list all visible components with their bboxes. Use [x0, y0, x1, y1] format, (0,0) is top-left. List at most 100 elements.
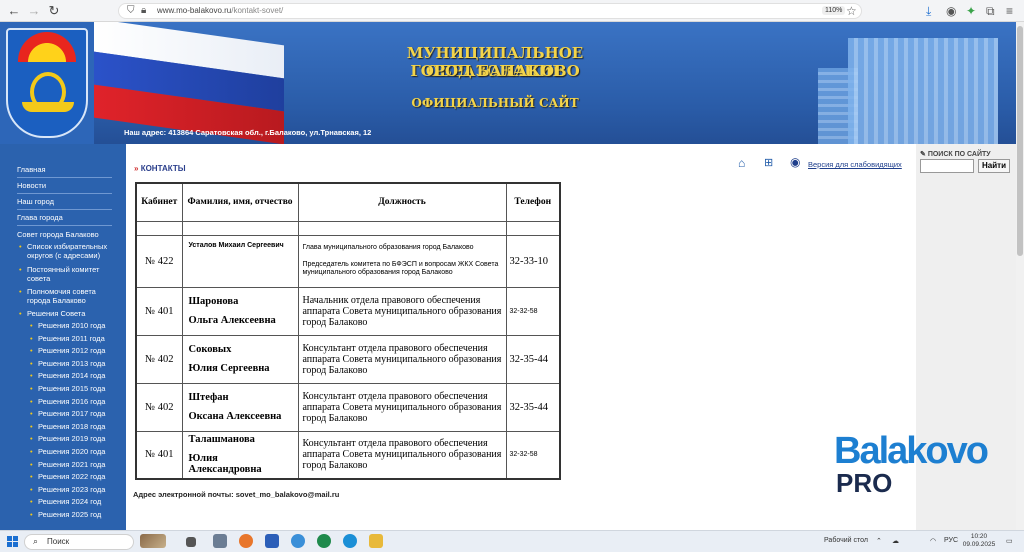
wifi-icon[interactable]: ◠: [930, 537, 936, 545]
menu-icon[interactable]: ≡: [1006, 3, 1013, 19]
name-cell: Шаронова Ольга Алексеевна: [181, 286, 299, 336]
position-cell: Консультант отдела правового обеспечения…: [297, 430, 507, 480]
room-cell: № 422: [135, 234, 183, 288]
sitemap-icon[interactable]: ⊞: [764, 156, 773, 169]
edge-icon[interactable]: [343, 534, 357, 548]
address-bar[interactable]: ⛉ 🔒︎ www.mo-balakovo.ru/kontakt-sovet/: [118, 3, 862, 19]
chevron-up-icon[interactable]: ⌃: [876, 537, 882, 545]
sidebar-item-home[interactable]: Главная: [17, 165, 112, 178]
sidebar-item-standing-committee[interactable]: Постоянный комитет совета: [19, 265, 113, 283]
downloads-icon[interactable]: ⤓: [926, 3, 931, 19]
taskbar-search[interactable]: ⌕ Поиск: [24, 534, 134, 550]
search-button[interactable]: Найти: [978, 159, 1010, 173]
sidebar-item-decisions-2014[interactable]: Решения 2014 года: [30, 371, 118, 380]
room-cell: № 401: [135, 286, 183, 336]
eye-icon[interactable]: ◉: [790, 155, 800, 169]
browser-toolbar: ← → ↻ ⛉ 🔒︎ www.mo-balakovo.ru/kontakt-so…: [0, 0, 1024, 22]
cloud-icon[interactable]: ☁: [892, 537, 899, 545]
position-cell: Начальник отдела правового обеспечения а…: [297, 286, 507, 336]
task-view-icon[interactable]: [186, 537, 196, 547]
notification-icon[interactable]: ▭: [1006, 537, 1013, 545]
site-subtitle: ОФИЦИАЛЬНЫЙ САЙТ: [411, 96, 579, 110]
table-row: № 422 Усталов Михаил Сергеевич Глава мун…: [135, 234, 561, 288]
double-arrow-icon: »: [134, 164, 139, 173]
page-scrollbar[interactable]: [1016, 22, 1024, 530]
sidebar-item-decisions-2013[interactable]: Решения 2013 года: [30, 359, 118, 368]
name-cell: Усталов Михаил Сергеевич: [181, 234, 299, 288]
sidebar-item-decisions-2017[interactable]: Решения 2017 года: [30, 409, 118, 418]
phone-cell: 32-35-44: [505, 382, 561, 432]
forward-icon[interactable]: →: [26, 3, 42, 19]
table-row: № 402 Штефан Оксана Алексеевна Консульта…: [135, 382, 561, 432]
reload-icon[interactable]: ↻: [46, 3, 62, 19]
sidebar-item-decisions-2016[interactable]: Решения 2016 года: [30, 397, 118, 406]
file-explorer-icon[interactable]: [369, 534, 383, 548]
phone-cell: 32-32-58: [505, 430, 561, 480]
low-vision-link[interactable]: Версия для слабовидящих: [808, 160, 902, 169]
taskbar-clock[interactable]: 10:20 09.09.2025: [962, 533, 996, 549]
position-cell: Глава муниципального образования город Б…: [297, 234, 507, 288]
sidebar-item-news[interactable]: Новости: [17, 181, 112, 194]
sidebar-item-our-city[interactable]: Наш город: [17, 197, 112, 210]
surname: Шаронова: [188, 296, 239, 307]
sidebar-item-electoral-districts[interactable]: Список избирательных округов (с адресами…: [19, 242, 113, 260]
header-name: Фамилия, имя, отчество: [181, 182, 299, 222]
table-row: № 401 Шаронова Ольга Алексеевна Начальни…: [135, 286, 561, 336]
firefox-icon[interactable]: [239, 534, 253, 548]
sidebar-item-decisions-2020[interactable]: Решения 2020 года: [30, 447, 118, 456]
sidebar-item-decisions-2024[interactable]: Решения 2024 год: [30, 497, 118, 506]
sidebar-item-decisions-2025[interactable]: Решения 2025 год: [30, 510, 118, 519]
windows-start-icon[interactable]: [7, 536, 18, 547]
sidebar-item-decisions-2018[interactable]: Решения 2018 года: [30, 422, 118, 431]
sidebar-item-city-head[interactable]: Глава города: [17, 213, 112, 226]
site-address: Наш адрес: 413864 Саратовская обл., г.Ба…: [124, 128, 372, 137]
sidebar-item-decisions-2022[interactable]: Решения 2022 года: [30, 472, 118, 481]
sidebar-item-council-decisions[interactable]: Решения Совета: [19, 309, 113, 318]
room-cell: № 402: [135, 382, 183, 432]
sidebar-item-decisions-2010[interactable]: Решения 2010 года: [30, 321, 118, 330]
coat-of-arms-logo[interactable]: [0, 22, 94, 144]
sidebar-item-decisions-2019[interactable]: Решения 2019 года: [30, 434, 118, 443]
calculator-icon[interactable]: [213, 534, 227, 548]
email-address: Адрес электронной почты: sovet_mo_balako…: [133, 490, 340, 499]
name-cell: Штефан Оксана Алексеевна: [181, 382, 299, 432]
back-icon[interactable]: ←: [6, 3, 22, 19]
sidebar-item-decisions-2021[interactable]: Решения 2021 года: [30, 460, 118, 469]
home-icon[interactable]: ⌂: [738, 156, 745, 170]
extension-icon[interactable]: ✦: [966, 3, 976, 19]
position-cell: Консультант отдела правового обеспечения…: [297, 334, 507, 384]
lock-icon[interactable]: 🔒︎: [141, 5, 146, 16]
sidebar-item-city-council[interactable]: Совет города Балаково: [17, 230, 112, 239]
word-icon[interactable]: [265, 534, 279, 548]
widget-icon[interactable]: [140, 534, 166, 548]
sidebar-item-decisions-2015[interactable]: Решения 2015 года: [30, 384, 118, 393]
table-header-row: Кабинет Фамилия, имя, отчество Должность…: [135, 182, 561, 222]
sidebar-item-council-powers[interactable]: Полномочия совета города Балаково: [19, 287, 113, 305]
given-name: Ольга Алексеевна: [188, 315, 276, 326]
bookmark-star-icon[interactable]: ☆: [846, 3, 857, 19]
balakovo-pro-watermark: Balakovo PRO: [834, 430, 989, 500]
given-name: Юлия Александровна: [188, 453, 262, 476]
sidebar-item-decisions-2012[interactable]: Решения 2012 года: [30, 346, 118, 355]
surname: Соковых: [188, 344, 232, 355]
account-icon[interactable]: ◉: [946, 3, 956, 19]
search-input[interactable]: [920, 159, 974, 173]
zoom-level[interactable]: 110%: [822, 6, 846, 15]
room-cell: № 402: [135, 334, 183, 384]
position-line: Председатель комитета по БФЭСП и вопроса…: [302, 260, 499, 277]
scroll-thumb[interactable]: [1017, 26, 1023, 256]
language-indicator[interactable]: РУС: [944, 537, 958, 544]
watermark-text-bottom: PRO: [836, 468, 893, 498]
search-label: ✎ ПОИСК ПО САЙТУ: [920, 151, 991, 158]
sidebar-item-decisions-2023[interactable]: Решения 2023 года: [30, 485, 118, 494]
desktop-label[interactable]: Рабочий стол: [824, 537, 868, 544]
messenger-icon[interactable]: [317, 534, 331, 548]
header-phone: Телефон: [505, 182, 561, 222]
puzzle-icon[interactable]: ⧉: [986, 3, 995, 19]
sidebar-nav: Главная Новости Наш город Глава города С…: [0, 144, 126, 530]
shield-icon[interactable]: ⛉: [127, 5, 135, 16]
sidebar-item-decisions-2011[interactable]: Решения 2011 года: [30, 334, 118, 343]
telegram-icon[interactable]: [291, 534, 305, 548]
surname: Штефан: [188, 392, 229, 403]
russian-flag-image: [94, 22, 284, 144]
